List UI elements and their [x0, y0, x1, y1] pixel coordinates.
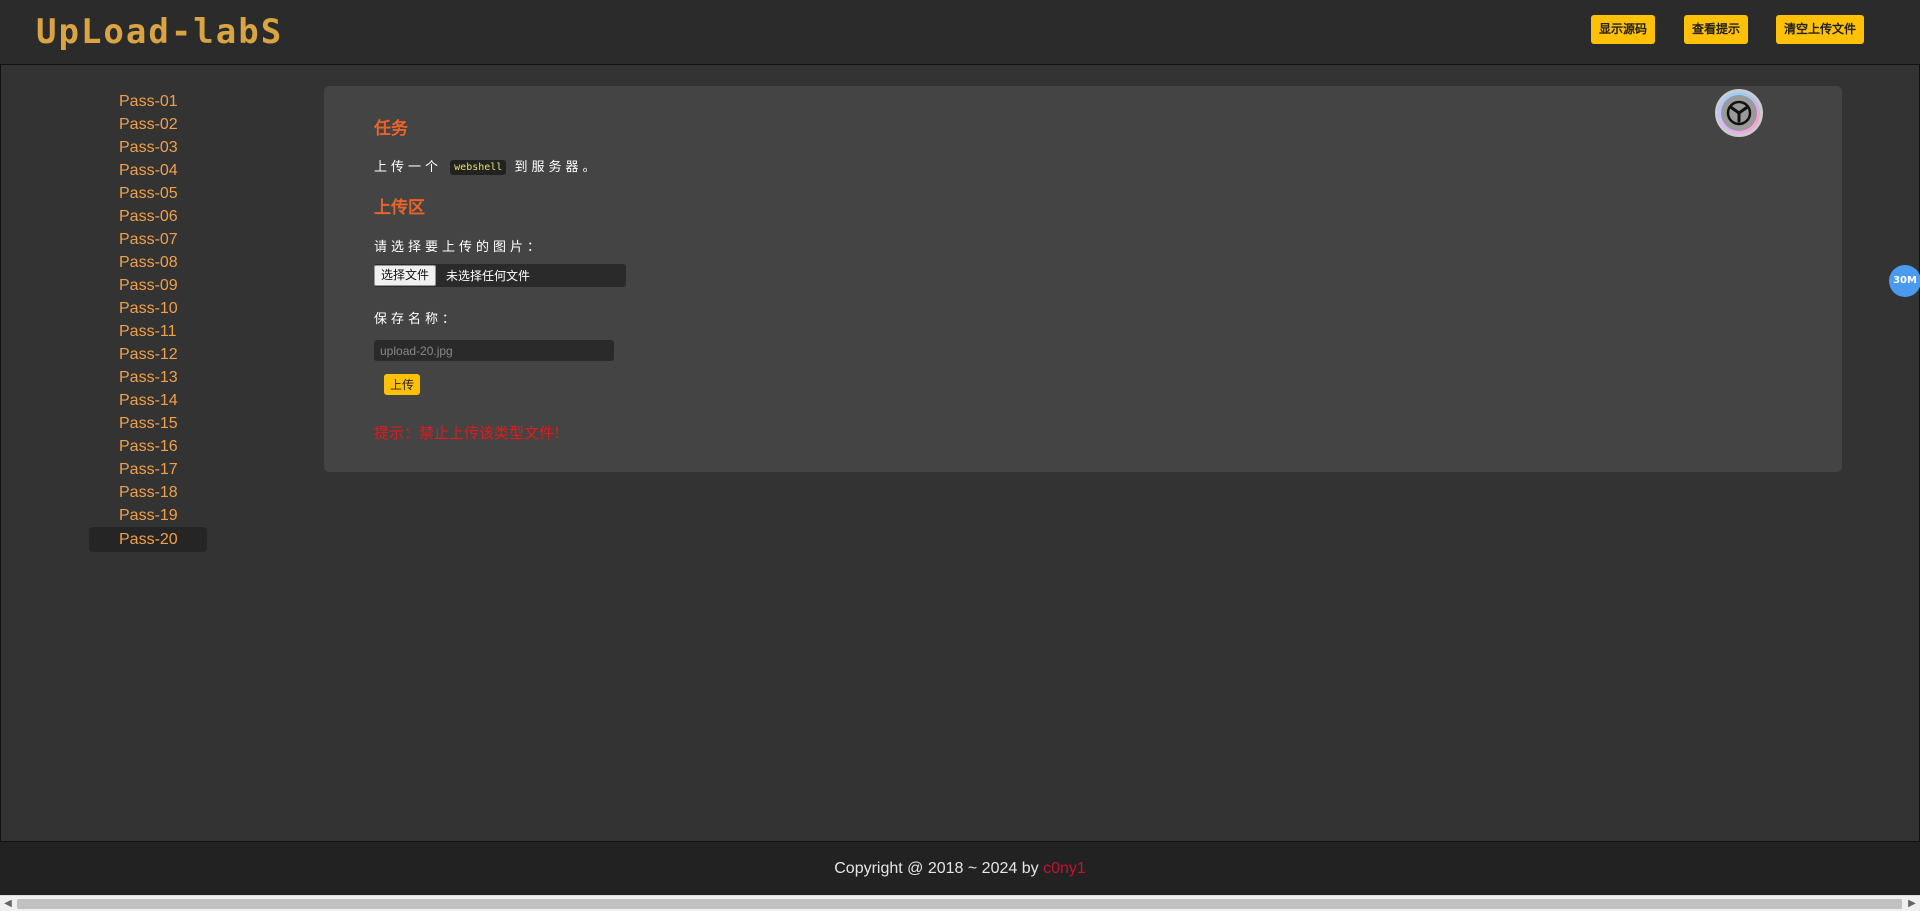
sidebar-item-pass-03[interactable]: Pass-03: [89, 136, 207, 159]
scroll-left-icon[interactable]: ◀: [0, 896, 16, 911]
task-text-after: 到服务器。: [514, 160, 600, 175]
sidebar: Pass-01 Pass-02 Pass-03 Pass-04 Pass-05 …: [89, 90, 207, 552]
show-source-button[interactable]: 显示源码: [1591, 15, 1656, 44]
upload-title: 上传区: [374, 198, 425, 218]
footer: Copyright @ 2018 ~ 2024 by c0ny1: [0, 842, 1920, 895]
clear-uploads-button[interactable]: 清空上传文件: [1776, 15, 1865, 44]
file-status: 未选择任何文件: [446, 269, 531, 283]
sidebar-item-pass-10[interactable]: Pass-10: [89, 297, 207, 320]
sidebar-item-pass-17[interactable]: Pass-17: [89, 458, 207, 481]
task-description: 上传一个 webshell 到服务器。: [374, 156, 599, 175]
avatar[interactable]: [1715, 89, 1763, 137]
upload-button[interactable]: 上传: [384, 374, 421, 395]
sidebar-item-pass-14[interactable]: Pass-14: [89, 389, 207, 412]
sidebar-item-pass-09[interactable]: Pass-09: [89, 274, 207, 297]
sidebar-item-pass-05[interactable]: Pass-05: [89, 182, 207, 205]
scrollbar-thumb[interactable]: [17, 899, 1902, 909]
webshell-code: webshell: [450, 160, 507, 175]
task-text-before: 上传一个: [374, 160, 443, 175]
header: UpLoad-labS 显示源码 查看提示 清空上传文件: [0, 0, 1920, 65]
content-panel: 任务 上传一个 webshell 到服务器。 上传区 请选择要上传的图片： 选择…: [324, 86, 1842, 472]
choose-image-label: 请选择要上传的图片：: [374, 240, 545, 255]
sidebar-item-pass-01[interactable]: Pass-01: [89, 90, 207, 113]
save-name-input[interactable]: [374, 340, 614, 361]
sidebar-item-pass-20[interactable]: Pass-20: [89, 527, 207, 552]
copyright-text: Copyright @ 2018 ~ 2024 by: [834, 860, 1044, 877]
scroll-right-icon[interactable]: ▶: [1904, 896, 1920, 911]
sidebar-item-pass-13[interactable]: Pass-13: [89, 366, 207, 389]
sidebar-item-pass-06[interactable]: Pass-06: [89, 205, 207, 228]
sidebar-item-pass-02[interactable]: Pass-02: [89, 113, 207, 136]
task-title: 任务: [374, 119, 408, 139]
avatar-logo-icon: [1721, 95, 1757, 131]
sidebar-item-pass-04[interactable]: Pass-04: [89, 159, 207, 182]
horizontal-scrollbar[interactable]: ◀ ▶: [0, 895, 1920, 911]
file-input[interactable]: 选择文件 未选择任何文件: [374, 264, 626, 287]
floating-badge[interactable]: 30M: [1889, 265, 1920, 297]
choose-file-button[interactable]: 选择文件: [374, 265, 437, 286]
sidebar-item-pass-07[interactable]: Pass-07: [89, 228, 207, 251]
author-link[interactable]: c0ny1: [1043, 860, 1086, 877]
sidebar-item-pass-12[interactable]: Pass-12: [89, 343, 207, 366]
sidebar-item-pass-15[interactable]: Pass-15: [89, 412, 207, 435]
error-message: 提示：禁止上传该类型文件!: [374, 424, 561, 442]
sidebar-item-pass-11[interactable]: Pass-11: [89, 320, 207, 343]
save-name-label: 保存名称：: [374, 312, 460, 327]
view-hint-button[interactable]: 查看提示: [1684, 15, 1749, 44]
sidebar-item-pass-08[interactable]: Pass-08: [89, 251, 207, 274]
sidebar-item-pass-19[interactable]: Pass-19: [89, 504, 207, 527]
logo[interactable]: UpLoad-labS: [36, 10, 283, 54]
main-area: Pass-01 Pass-02 Pass-03 Pass-04 Pass-05 …: [0, 65, 1920, 842]
sidebar-item-pass-18[interactable]: Pass-18: [89, 481, 207, 504]
sidebar-item-pass-16[interactable]: Pass-16: [89, 435, 207, 458]
